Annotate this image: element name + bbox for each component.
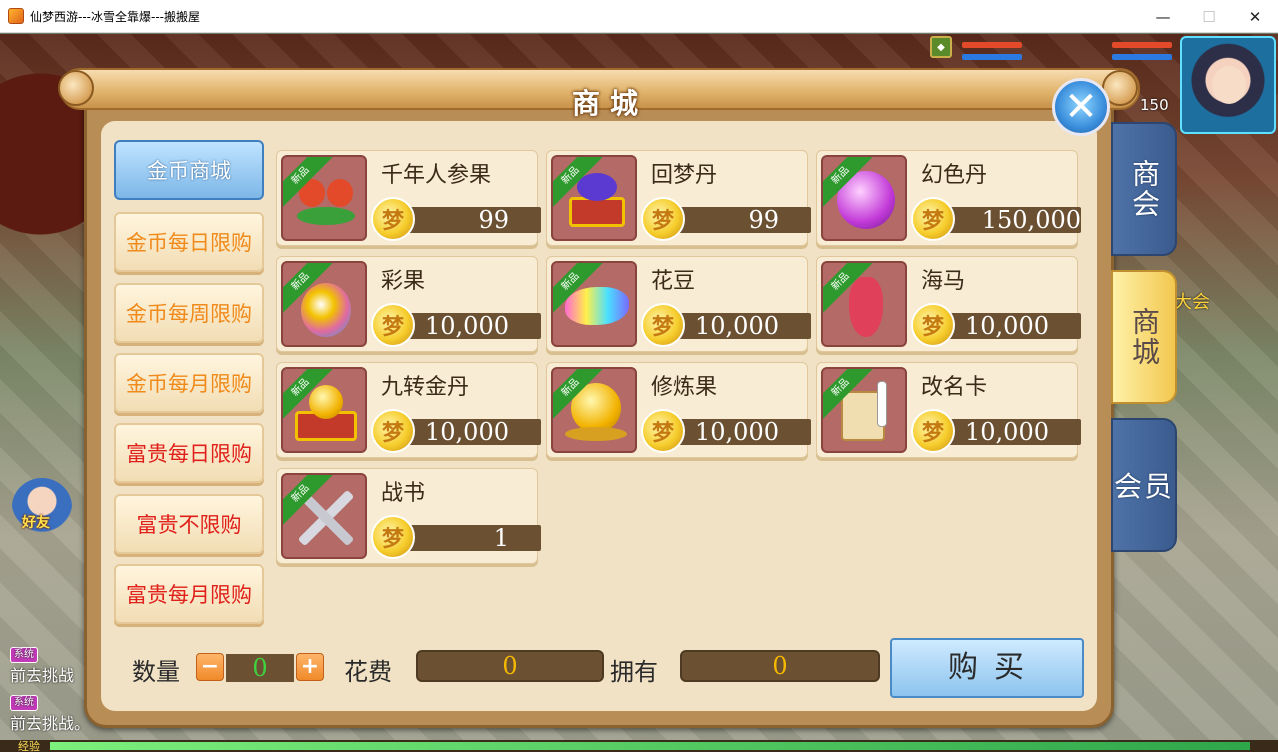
rainbow-bean-icon: 新品 — [551, 261, 637, 347]
panel-title: 商城 — [571, 87, 648, 120]
category-gold-monthly-limit[interactable]: 金币每月限购 — [114, 353, 264, 413]
item-name: 修炼果 — [651, 375, 718, 400]
coin-icon: 梦 — [371, 515, 415, 559]
player-level: 150 — [1140, 96, 1169, 114]
golden-pill-chest-icon: 新品 — [281, 367, 367, 453]
app-icon — [8, 8, 24, 24]
friend-button-label[interactable]: 好友 — [22, 512, 50, 532]
owned-value: 0 — [680, 650, 880, 682]
system-tag: 系统 — [10, 647, 38, 663]
quantity-decrease-button[interactable]: − — [196, 653, 224, 681]
pet-mp-bar — [1112, 54, 1172, 60]
tab-guild-shop[interactable]: 商会 — [1111, 122, 1177, 256]
item-card[interactable]: 新品 彩果 10,000 梦 — [276, 256, 541, 352]
item-card[interactable]: 新品 战书 1 梦 — [276, 468, 541, 564]
item-name: 战书 — [381, 481, 426, 506]
maximize-button[interactable]: ☐ — [1186, 0, 1232, 33]
system-tag: 系统 — [10, 695, 38, 711]
crossed-swords-icon: 新品 — [281, 473, 367, 559]
coin-icon: 梦 — [641, 409, 685, 453]
item-name: 彩果 — [381, 269, 426, 294]
buy-button[interactable]: 购买 — [890, 638, 1084, 698]
hp-bar — [962, 42, 1022, 48]
treasure-chest-icon: 新品 — [551, 155, 637, 241]
coin-icon: 梦 — [371, 409, 415, 453]
seahorse-icon: 新品 — [821, 261, 907, 347]
category-gold-shop[interactable]: 金币商城 — [114, 140, 264, 200]
coin-icon: 梦 — [911, 409, 955, 453]
coin-icon: 梦 — [641, 197, 685, 241]
experience-fill — [50, 742, 1250, 750]
minimize-button[interactable]: — — [1140, 0, 1186, 33]
pet-hp-bar — [1112, 42, 1172, 48]
quantity-value[interactable]: 0 — [226, 654, 294, 682]
item-card[interactable]: 新品 改名卡 10,000 梦 — [816, 362, 1081, 458]
item-card[interactable]: 新品 花豆 10,000 梦 — [546, 256, 811, 352]
side-event-text[interactable]: 大会 — [1174, 288, 1210, 314]
cost-value: 0 — [416, 650, 604, 682]
tab-mall[interactable]: 商城 — [1111, 270, 1177, 404]
status-bars — [962, 36, 1177, 70]
window-titlebar: 仙梦西游---冰雪全靠爆---搬搬屋 — ☐ ✕ — [0, 0, 1278, 33]
tab-membership[interactable]: 会员 — [1111, 418, 1177, 552]
avatar — [1212, 66, 1246, 104]
item-name: 千年人参果 — [381, 163, 492, 188]
coin-icon: 梦 — [371, 197, 415, 241]
item-card[interactable]: 新品 千年人参果 99 梦 — [276, 150, 541, 246]
coin-icon: 梦 — [371, 303, 415, 347]
owned-label: 拥有 — [610, 658, 658, 686]
item-name: 回梦丹 — [651, 163, 718, 188]
category-gold-daily-limit[interactable]: 金币每日限购 — [114, 212, 264, 272]
window-title: 仙梦西游---冰雪全靠爆---搬搬屋 — [30, 9, 200, 24]
scroll-end-left — [58, 70, 94, 106]
coin-icon: 梦 — [911, 303, 955, 347]
mp-bar — [962, 54, 1022, 60]
cost-label: 花费 — [344, 658, 392, 686]
experience-label: 经验 — [18, 740, 40, 752]
item-card[interactable]: 新品 海马 10,000 梦 — [816, 256, 1081, 352]
item-name: 九转金丹 — [381, 375, 470, 400]
close-window-button[interactable]: ✕ — [1232, 0, 1278, 33]
purple-orb-icon: 新品 — [821, 155, 907, 241]
item-name: 改名卡 — [921, 375, 988, 400]
item-card[interactable]: 新品 幻色丹 150,000 梦 — [816, 150, 1081, 246]
category-gold-weekly-limit[interactable]: 金币每周限购 — [114, 283, 264, 343]
experience-bar — [0, 740, 1278, 752]
ginseng-fruit-icon: 新品 — [281, 155, 367, 241]
rainbow-fruit-icon: 新品 — [281, 261, 367, 347]
quantity-increase-button[interactable]: + — [296, 653, 324, 681]
category-vip-unlimited[interactable]: 富贵不限购 — [114, 494, 264, 554]
item-card[interactable]: 新品 九转金丹 10,000 梦 — [276, 362, 541, 458]
item-card[interactable]: 新品 回梦丹 99 梦 — [546, 150, 811, 246]
close-icon: ✕ — [1064, 84, 1098, 130]
player-portrait[interactable] — [1180, 36, 1276, 134]
item-name: 花豆 — [651, 269, 696, 294]
close-shop-button[interactable]: ✕ — [1052, 78, 1110, 136]
scroll-quill-icon: 新品 — [821, 367, 907, 453]
item-name: 海马 — [921, 269, 966, 294]
buff-icon[interactable]: ◆ — [930, 36, 952, 58]
item-card[interactable]: 新品 修炼果 10,000 梦 — [546, 362, 811, 458]
coin-icon: 梦 — [911, 197, 955, 241]
item-name: 幻色丹 — [921, 163, 988, 188]
golden-orb-icon: 新品 — [551, 367, 637, 453]
coin-icon: 梦 — [641, 303, 685, 347]
category-vip-monthly-limit[interactable]: 富贵每月限购 — [114, 564, 264, 624]
category-vip-daily-limit[interactable]: 富贵每日限购 — [114, 423, 264, 483]
quantity-label: 数量 — [132, 658, 180, 686]
